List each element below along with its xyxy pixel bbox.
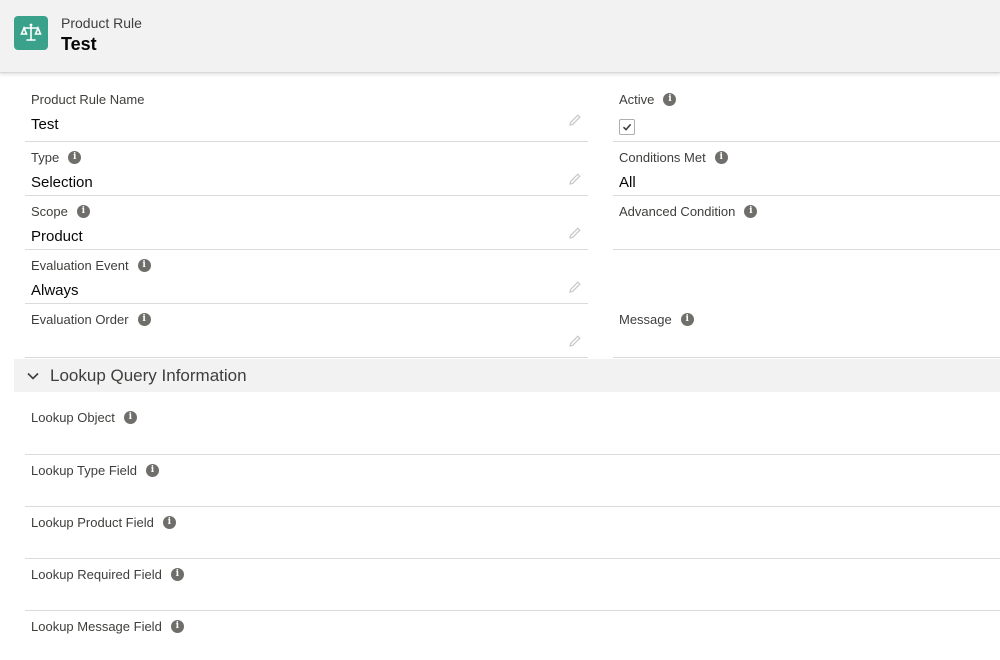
field-evaluation-event: Evaluation Event i Always bbox=[25, 250, 588, 304]
section-title: Lookup Query Information bbox=[50, 365, 247, 385]
field-product-rule-name: Product Rule Name Test bbox=[25, 88, 588, 142]
field-lookup-message-field: Lookup Message Field i bbox=[25, 611, 1000, 660]
info-icon[interactable]: i bbox=[137, 259, 151, 272]
info-icon[interactable]: i bbox=[680, 313, 694, 326]
field-label: Advanced Condition i bbox=[619, 204, 758, 219]
field-label: Scope i bbox=[31, 204, 90, 219]
field-label: Product Rule Name bbox=[31, 92, 145, 107]
record-header: Product Rule Test bbox=[0, 0, 1000, 73]
field-value: Always bbox=[31, 282, 79, 299]
pencil-icon[interactable] bbox=[568, 334, 582, 348]
pencil-icon[interactable] bbox=[568, 226, 582, 240]
field-label: Lookup Type Field i bbox=[31, 463, 159, 478]
info-icon[interactable]: i bbox=[76, 205, 90, 218]
field-value: Selection bbox=[31, 174, 93, 191]
field-label: Lookup Product Field i bbox=[31, 515, 176, 530]
pencil-icon[interactable] bbox=[568, 280, 582, 294]
section-header-lookup-query[interactable]: Lookup Query Information bbox=[14, 359, 1000, 392]
field-active: Active i bbox=[613, 88, 1000, 142]
field-label: Lookup Required Field i bbox=[31, 567, 184, 582]
field-label: Message i bbox=[619, 312, 694, 327]
field-label: Lookup Object i bbox=[31, 410, 137, 425]
field-value: All bbox=[619, 174, 636, 191]
field-label: Evaluation Order i bbox=[31, 312, 151, 327]
info-icon[interactable]: i bbox=[123, 411, 137, 424]
info-icon[interactable]: i bbox=[714, 151, 728, 164]
field-label: Type i bbox=[31, 150, 82, 165]
scales-icon bbox=[14, 16, 48, 50]
info-icon[interactable]: i bbox=[137, 313, 151, 326]
pencil-icon[interactable] bbox=[568, 113, 582, 127]
chevron-down-icon[interactable] bbox=[26, 369, 40, 383]
info-icon[interactable]: i bbox=[744, 205, 758, 218]
checkmark-icon bbox=[622, 123, 632, 131]
object-type-label: Product Rule bbox=[61, 15, 142, 31]
field-lookup-required-field: Lookup Required Field i bbox=[25, 559, 1000, 611]
field-message: Message i bbox=[613, 304, 1000, 358]
field-label: Lookup Message Field i bbox=[31, 619, 184, 634]
field-label: Conditions Met i bbox=[619, 150, 728, 165]
active-checkbox[interactable] bbox=[619, 119, 635, 135]
field-value: Product bbox=[31, 228, 83, 245]
info-icon[interactable]: i bbox=[170, 568, 184, 581]
info-icon[interactable]: i bbox=[162, 516, 176, 529]
pencil-icon[interactable] bbox=[568, 172, 582, 186]
field-type: Type i Selection bbox=[25, 142, 588, 196]
info-icon[interactable]: i bbox=[68, 151, 82, 164]
info-icon[interactable]: i bbox=[170, 620, 184, 633]
info-icon[interactable]: i bbox=[663, 93, 677, 106]
info-icon[interactable]: i bbox=[146, 464, 159, 477]
field-lookup-object: Lookup Object i bbox=[25, 402, 1000, 455]
field-value: Test bbox=[31, 116, 59, 133]
field-scope: Scope i Product bbox=[25, 196, 588, 250]
field-evaluation-order: Evaluation Order i bbox=[25, 304, 588, 358]
field-lookup-product-field: Lookup Product Field i bbox=[25, 507, 1000, 559]
field-label: Evaluation Event i bbox=[31, 258, 151, 273]
field-advanced-condition: Advanced Condition i bbox=[613, 196, 1000, 250]
record-name: Test bbox=[61, 34, 97, 54]
field-lookup-type-field: Lookup Type Field i bbox=[25, 455, 1000, 507]
field-conditions-met: Conditions Met i All bbox=[613, 142, 1000, 196]
field-label: Active i bbox=[619, 92, 677, 107]
